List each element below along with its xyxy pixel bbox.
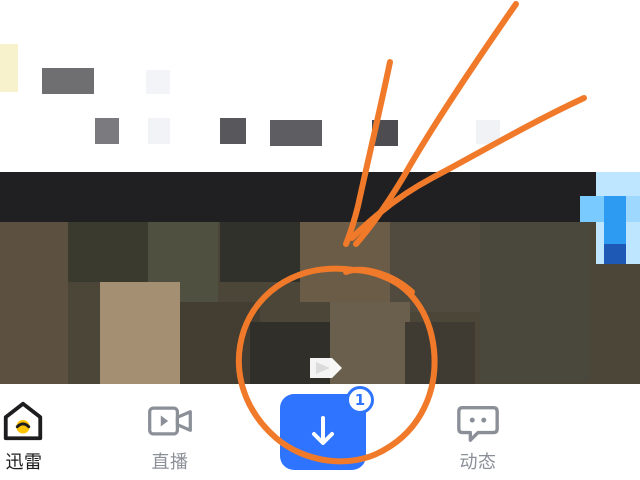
nav-label-dynamic: 动态	[459, 452, 497, 473]
home-icon	[3, 401, 43, 441]
video-pixel-block	[580, 196, 604, 222]
pixelated-block	[148, 118, 170, 144]
video-pixel-block	[405, 322, 475, 384]
chat-bubble-icon	[457, 405, 499, 442]
pixelated-block	[0, 44, 18, 92]
pixelated-block	[146, 70, 170, 94]
video-pixel-block	[604, 244, 626, 264]
video-pixel-block	[604, 196, 626, 244]
video-pixel-block	[220, 222, 300, 282]
top-content-area	[0, 0, 640, 172]
video-pixel-block	[100, 282, 180, 384]
video-pixel-block	[68, 222, 148, 282]
download-arrow-icon	[312, 416, 334, 445]
video-pixel-block	[300, 222, 390, 302]
pixelated-block	[42, 68, 94, 94]
video-camera-icon	[148, 406, 192, 436]
nav-label-live: 直播	[151, 452, 189, 473]
video-top-band	[0, 172, 640, 222]
pixelated-block	[220, 118, 246, 144]
nav-label-home: 迅雷	[5, 452, 43, 473]
pixelated-block	[372, 120, 398, 146]
video-pixel-block	[390, 222, 480, 312]
video-pixel-block	[626, 196, 640, 222]
video-pixel-block	[180, 302, 260, 384]
pixelated-block	[95, 118, 119, 144]
video-pixel-block	[480, 222, 590, 382]
play-icon[interactable]	[302, 352, 348, 384]
nav-item-dynamic[interactable]: 动态	[438, 384, 518, 480]
pixelated-block	[476, 120, 500, 144]
nav-item-live[interactable]: 直播	[130, 384, 210, 480]
pixelated-block	[270, 120, 322, 146]
download-count-badge: 1	[346, 386, 374, 414]
bottom-navigation: 迅雷 直播 1 动态	[0, 384, 640, 480]
app-screenshot: 迅雷 直播 1 动态	[0, 0, 640, 480]
nav-item-download[interactable]: 1	[270, 384, 380, 480]
video-pixel-block	[0, 222, 68, 384]
nav-item-home[interactable]: 迅雷	[0, 384, 60, 480]
